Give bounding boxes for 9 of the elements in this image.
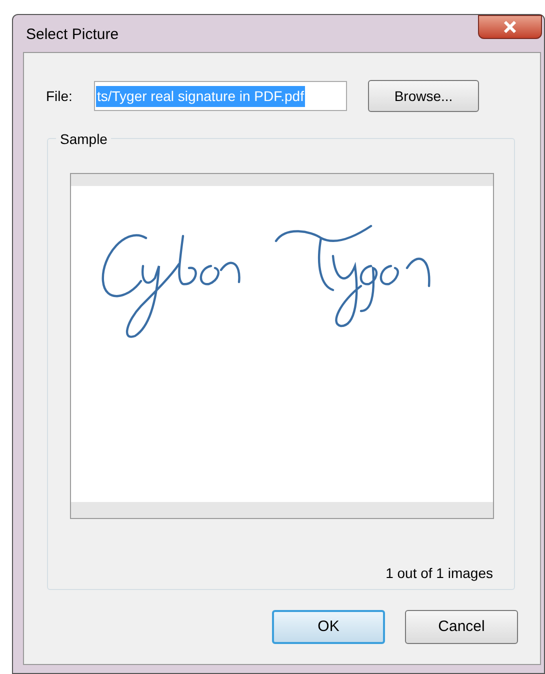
close-icon bbox=[503, 21, 517, 33]
dialog-button[interactable]: Cancel bbox=[405, 610, 518, 644]
browse-button[interactable]: Browse... bbox=[368, 80, 479, 112]
file-path: ts/Tyger real signature in PDF.pdf bbox=[96, 86, 305, 106]
file-label: File: bbox=[46, 86, 74, 106]
window-title: Select Picture bbox=[26, 25, 119, 45]
dialog-button[interactable]: OK bbox=[272, 610, 385, 644]
close-button[interactable] bbox=[478, 15, 542, 39]
image-counter: 1 out of 1 images bbox=[386, 564, 493, 583]
